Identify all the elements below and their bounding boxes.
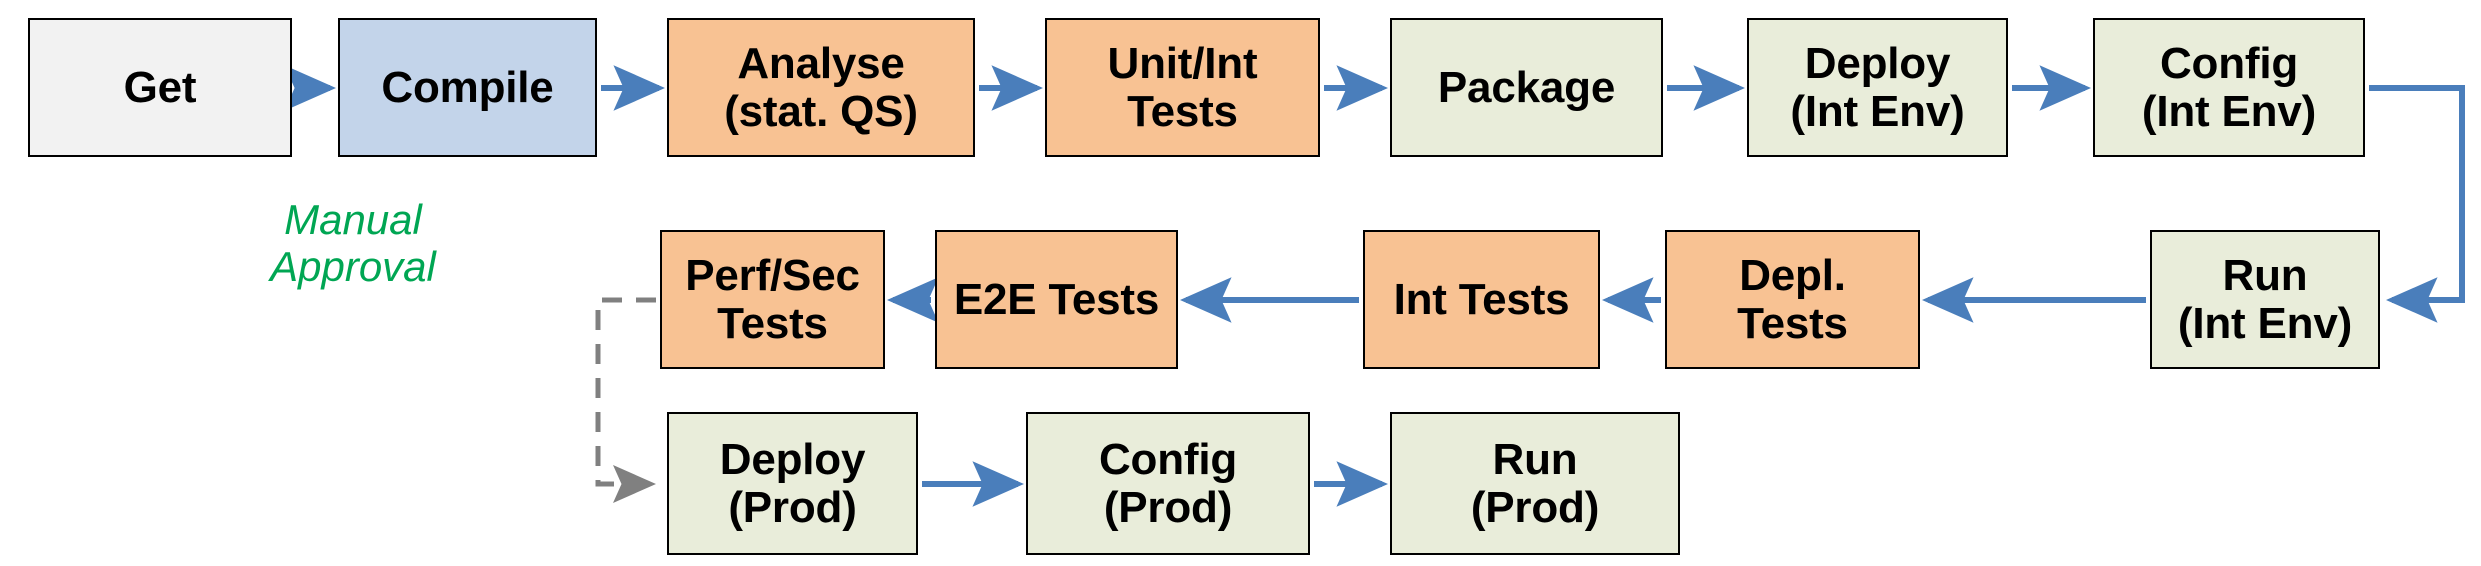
node-label: Analyse (stat. QS) <box>724 38 918 136</box>
diagram-canvas: Get Compile Analyse (stat. QS) Unit/Int Tes… <box>0 0 2481 566</box>
node-label: Depl. Tests <box>1737 250 1848 348</box>
node-perf-sec-tests[interactable]: Perf/Sec Tests <box>660 230 885 369</box>
node-label: Perf/Sec Tests <box>685 250 860 348</box>
node-label: Unit/Int Tests <box>1107 38 1258 136</box>
node-e2e-tests[interactable]: E2E Tests <box>935 230 1178 369</box>
node-label: Compile <box>381 62 554 112</box>
node-label: Config (Int Env) <box>2141 38 2317 136</box>
node-run-int[interactable]: Run (Int Env) <box>2150 230 2380 369</box>
annotation-manual-approval: Manual Approval <box>270 196 436 291</box>
edge-config-int-to-run-int <box>2369 85 2465 323</box>
node-label: Package <box>1437 62 1616 112</box>
node-label: Deploy (Prod) <box>719 434 866 532</box>
node-deploy-int[interactable]: Deploy (Int Env) <box>1747 18 2008 157</box>
node-label: E2E Tests <box>953 274 1160 324</box>
node-compile[interactable]: Compile <box>338 18 597 157</box>
node-get[interactable]: Get <box>28 18 292 157</box>
node-label: Config (Prod) <box>1098 434 1238 532</box>
node-label: Int Tests <box>1393 274 1570 324</box>
node-package[interactable]: Package <box>1390 18 1663 157</box>
node-int-tests[interactable]: Int Tests <box>1363 230 1600 369</box>
node-config-int[interactable]: Config (Int Env) <box>2093 18 2365 157</box>
node-analyse[interactable]: Analyse (stat. QS) <box>667 18 975 157</box>
node-label: Get <box>123 62 197 112</box>
node-config-prod[interactable]: Config (Prod) <box>1026 412 1310 555</box>
node-run-prod[interactable]: Run (Prod) <box>1390 412 1680 555</box>
node-unit-int-tests[interactable]: Unit/Int Tests <box>1045 18 1320 157</box>
node-label: Run (Prod) <box>1470 434 1600 532</box>
node-deploy-prod[interactable]: Deploy (Prod) <box>667 412 918 555</box>
node-label: Deploy (Int Env) <box>1790 38 1965 136</box>
edge-perf-sec-tests-to-deploy-prod <box>595 297 657 503</box>
node-depl-tests[interactable]: Depl. Tests <box>1665 230 1920 369</box>
node-label: Run (Int Env) <box>2177 250 2353 348</box>
